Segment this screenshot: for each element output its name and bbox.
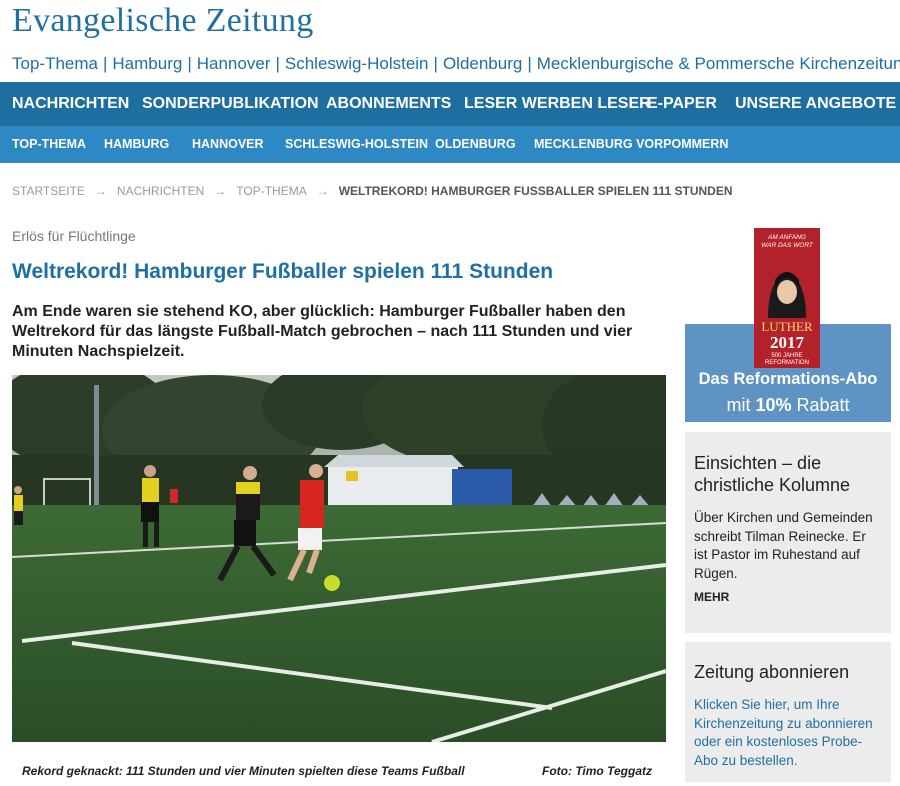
sub-navigation: TOP-THEMA HAMBURG HANNOVER SCHLESWIG-HOL…: [0, 126, 900, 163]
ad-title: Das Reformations-Abo: [698, 370, 878, 388]
nav-item-unsere-angebote[interactable]: UNSERE ANGEBOTE: [735, 82, 896, 126]
article-kicker: Erlös für Flüchtlinge: [12, 228, 136, 244]
subscribe-card: Zeitung abonnieren Klicken Sie hier, um …: [685, 642, 891, 782]
svg-text:LUTHER: LUTHER: [761, 319, 813, 334]
subscribe-card-title[interactable]: Zeitung abonnieren: [694, 661, 884, 683]
svg-text:500 JAHRE: 500 JAHRE: [771, 353, 802, 359]
column-more-link[interactable]: MEHR: [694, 590, 729, 604]
nav-item-abonnements[interactable]: ABONNEMENTS: [326, 82, 451, 126]
region-separator: |: [275, 54, 280, 73]
main-navigation: NACHRICHTEN SONDERPUBLIKATION ABONNEMENT…: [0, 82, 900, 126]
region-separator: |: [527, 54, 532, 73]
article-headline: Weltrekord! Hamburger Fußballer spielen …: [12, 260, 554, 283]
ad-discount: 10%: [755, 395, 792, 415]
subnav-item-mecklenburg-vorpommern[interactable]: MECKLENBURG VORPOMMERN: [534, 126, 728, 163]
site-logo[interactable]: Evangelische Zeitung: [12, 2, 314, 40]
breadcrumb-arrow-icon: →: [214, 184, 227, 198]
ad-subtitle-suffix: Rabatt: [791, 395, 850, 415]
breadcrumb-top-thema[interactable]: TOP-THEMA: [236, 184, 306, 198]
region-link-top-thema[interactable]: Top-Thema: [12, 54, 98, 73]
region-link-mecklenburg[interactable]: Mecklenburgische & Pommersche Kirchenzei…: [537, 54, 900, 73]
nav-item-sonderpublikation[interactable]: SONDERPUBLIKATION: [142, 82, 319, 126]
column-card: Einsichten – die christliche Kolumne Übe…: [685, 432, 891, 633]
region-link-hannover[interactable]: Hannover: [197, 54, 271, 73]
breadcrumb: STARTSEITE → NACHRICHTEN → TOP-THEMA → WELTREK…: [12, 184, 733, 198]
region-link-hamburg[interactable]: Hamburg: [112, 54, 182, 73]
subnav-item-hannover[interactable]: HANNOVER: [192, 126, 264, 163]
subnav-item-top-thema[interactable]: TOP-THEMA: [12, 126, 86, 163]
ad-subtitle-prefix: mit: [726, 395, 756, 415]
nav-item-leser-werben-leser[interactable]: LESER WERBEN LESER: [464, 82, 651, 126]
svg-text:REFORMATION: REFORMATION: [765, 360, 809, 366]
region-link-schleswig-holstein[interactable]: Schleswig-Holstein: [285, 54, 429, 73]
svg-text:WAR DAS WORT: WAR DAS WORT: [761, 242, 814, 249]
luther-book-cover: AM ANFANG WAR DAS WORT LUTHER 2017 500 J…: [754, 228, 820, 368]
region-separator: |: [187, 54, 192, 73]
region-links: Top-Thema | Hamburg | Hannover | Schleswig-Hol…: [12, 54, 900, 74]
breadcrumb-arrow-icon: →: [94, 184, 107, 198]
column-card-text: Über Kirchen und Gemeinden schreibt Tilm…: [694, 510, 873, 581]
subnav-item-oldenburg[interactable]: OLDENBURG: [435, 126, 516, 163]
photo-caption: Rekord geknackt: 111 Stunden und vier Mi…: [22, 764, 465, 778]
region-link-oldenburg[interactable]: Oldenburg: [443, 54, 522, 73]
breadcrumb-nachrichten[interactable]: NACHRICHTEN: [117, 184, 204, 198]
photo-credit: Foto: Timo Teggatz: [542, 764, 652, 778]
breadcrumb-arrow-icon: →: [316, 184, 329, 198]
nav-item-e-paper[interactable]: E-PAPER: [647, 82, 717, 126]
breadcrumb-startseite[interactable]: STARTSEITE: [12, 184, 85, 198]
breadcrumb-current: WELTREKORD! HAMBURGER FUSSBALLER SPIELEN…: [338, 184, 733, 198]
svg-text:AM ANFANG: AM ANFANG: [767, 234, 806, 241]
ad-subtitle: mit 10% Rabatt: [685, 395, 891, 416]
subnav-item-schleswig-holstein[interactable]: SCHLESWIG-HOLSTEIN: [285, 126, 428, 163]
subnav-item-hamburg[interactable]: HAMBURG: [104, 126, 169, 163]
nav-item-nachrichten[interactable]: NACHRICHTEN: [12, 82, 129, 126]
subscribe-card-link[interactable]: Klicken Sie hier, um Ihre Kirchenzeitung…: [694, 696, 878, 770]
article-photo[interactable]: [12, 375, 666, 742]
region-separator: |: [102, 54, 108, 73]
svg-text:2017: 2017: [770, 333, 805, 352]
region-separator: |: [433, 54, 438, 73]
column-card-title[interactable]: Einsichten – die christliche Kolumne: [694, 452, 864, 496]
reformation-abo-banner[interactable]: AM ANFANG WAR DAS WORT LUTHER 2017 500 J…: [685, 228, 891, 422]
article-lead: Am Ende waren sie stehend KO, aber glück…: [12, 303, 633, 360]
